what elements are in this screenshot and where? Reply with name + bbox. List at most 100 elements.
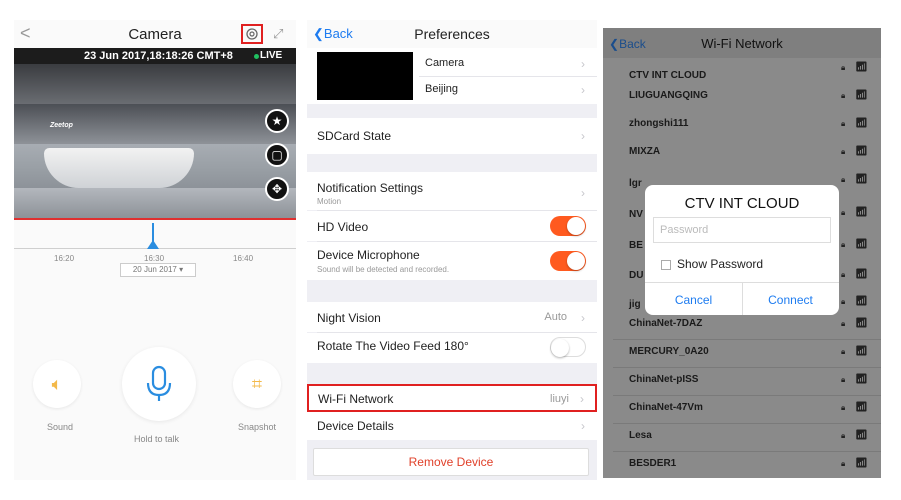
- camera-screen: < Camera ⤢ Zeetop 23 Jun 2017,18:18:26 C…: [14, 20, 296, 480]
- sdcard-row[interactable]: SDCard State ›: [307, 118, 597, 154]
- crop-icon: ⌗: [251, 374, 263, 394]
- wifi-signal-icon: 📶︎: [855, 346, 868, 357]
- wifi-nav-bar: ❮Back Wi-Fi Network: [603, 28, 881, 58]
- sdcard-label: SDCard State: [317, 129, 392, 143]
- camera-nav-bar: < Camera ⤢: [14, 20, 296, 48]
- network-name: ChinaNet-7DAZ: [629, 318, 703, 329]
- divider: [613, 423, 881, 424]
- lock-icon: 🔒︎: [841, 208, 846, 217]
- divider: [613, 367, 881, 368]
- device-thumbnail: [317, 52, 413, 100]
- record-icon: ▢: [271, 148, 283, 162]
- network-row[interactable]: ChinaNet-47Vm 🔒︎ 📶︎: [603, 398, 881, 426]
- wifi-signal-icon: 📶︎: [855, 374, 868, 385]
- dialog-title: CTV INT CLOUD: [684, 195, 800, 212]
- show-password-label[interactable]: Show Password: [677, 257, 763, 271]
- network-row[interactable]: ChinaNet-pISS 🔒︎ 📶︎: [603, 370, 881, 398]
- lock-icon: 🔒︎: [841, 240, 846, 249]
- wifi-signal-icon: 📶︎: [855, 296, 868, 307]
- lock-icon: 🔒︎: [841, 119, 846, 128]
- network-row[interactable]: LIUGUANGQING 🔒︎ 📶︎: [603, 86, 881, 114]
- chevron-right-icon: ›: [581, 129, 585, 143]
- network-row[interactable]: Lesa 🔒︎ 📶︎: [603, 426, 881, 454]
- network-name: LIUGUANGQING: [629, 90, 708, 101]
- live-badge: LIVE: [260, 50, 283, 61]
- favorite-button[interactable]: ★: [265, 109, 289, 133]
- network-row[interactable]: BESDER1 🔒︎ 📶︎: [603, 454, 881, 478]
- night-vision-value: Auto: [544, 311, 567, 323]
- sound-label: Sound: [47, 422, 74, 432]
- timeline-tick: 16:30: [144, 254, 165, 263]
- lock-icon: 🔒︎: [841, 63, 846, 72]
- live-dot-icon: [254, 54, 259, 59]
- chevron-down-icon: ▾: [179, 265, 184, 274]
- lock-icon: 🔒︎: [841, 347, 846, 356]
- network-row[interactable]: CTV INT CLOUD 🔒︎ 📶︎: [603, 58, 881, 86]
- wifi-screen: ❮Back Wi-Fi Network CTV INT CLOUD 🔒︎ 📶︎ …: [603, 28, 881, 478]
- video-feed[interactable]: Zeetop 23 Jun 2017,18:18:26 CMT+8 LIVE ★…: [14, 48, 296, 218]
- network-name: NV: [629, 209, 643, 220]
- wifi-signal-icon: 📶︎: [855, 174, 868, 185]
- chevron-right-icon: ›: [581, 311, 585, 325]
- sound-button[interactable]: 🔈︎: [33, 360, 81, 408]
- wifi-signal-icon: 📶︎: [855, 146, 868, 157]
- wifi-signal-icon: 📶︎: [855, 239, 868, 250]
- remove-device-button[interactable]: Remove Device: [313, 448, 589, 476]
- toggle-knob: [567, 217, 585, 235]
- rotate-toggle[interactable]: [550, 337, 586, 357]
- connect-button[interactable]: Connect: [742, 293, 839, 307]
- record-button[interactable]: ▢: [265, 143, 289, 167]
- toggle-knob: [551, 339, 569, 357]
- date-value: 20 Jun 2017: [132, 265, 177, 274]
- device-info-row[interactable]: Camera › Beijing ›: [307, 48, 597, 104]
- video-reception-desk: [44, 148, 194, 188]
- lock-icon: 🔒︎: [841, 403, 846, 412]
- lock-icon: 🔒︎: [841, 91, 846, 100]
- lock-icon: 🔒︎: [841, 270, 846, 279]
- timeline-cursor-marker-icon[interactable]: [147, 240, 159, 249]
- hd-video-label: HD Video: [317, 220, 369, 234]
- network-name: MIXZA: [629, 146, 661, 157]
- direction-pad-icon: ✥: [271, 182, 283, 196]
- device-details-row[interactable]: Device Details ›: [307, 412, 597, 440]
- network-name: BESDER1: [629, 458, 677, 469]
- microphone-toggle[interactable]: [550, 251, 586, 271]
- network-name: MERCURY_0A20: [629, 346, 709, 357]
- video-ceiling: [14, 64, 296, 104]
- wifi-network-row[interactable]: Wi-Fi Network liuyi ›: [307, 384, 597, 412]
- device-location: Beijing: [425, 83, 459, 95]
- notification-row[interactable]: Notification Settings Motion ›: [307, 172, 597, 210]
- timeline[interactable]: 16:20 16:30 16:40 20 Jun 2017 ▾: [14, 220, 296, 280]
- notification-label: Notification Settings: [317, 181, 424, 195]
- network-row[interactable]: MIXZA 🔒︎ 📶︎: [603, 142, 881, 170]
- network-name: jig: [629, 299, 641, 310]
- network-row[interactable]: zhongshi111 🔒︎ 📶︎: [603, 114, 881, 142]
- password-input[interactable]: Password: [653, 217, 831, 243]
- cancel-button[interactable]: Cancel: [645, 293, 742, 307]
- lock-icon: 🔒︎: [841, 297, 846, 306]
- divider: [613, 339, 881, 340]
- speaker-icon: 🔈︎: [51, 374, 63, 394]
- hd-video-row: HD Video: [307, 211, 597, 241]
- show-password-checkbox[interactable]: [661, 260, 671, 270]
- snapshot-button[interactable]: ⌗: [233, 360, 281, 408]
- wifi-signal-icon: 📶︎: [855, 62, 868, 73]
- divider: [419, 76, 597, 77]
- microphone-icon: [146, 365, 172, 401]
- wifi-signal-icon: 📶︎: [855, 430, 868, 441]
- hd-video-toggle[interactable]: [550, 216, 586, 236]
- snapshot-label: Snapshot: [238, 422, 277, 432]
- night-vision-row[interactable]: Night Vision Auto ›: [307, 302, 597, 332]
- chevron-right-icon: ›: [581, 419, 585, 433]
- network-row[interactable]: ChinaNet-7DAZ 🔒︎ 📶︎: [603, 314, 881, 342]
- network-row[interactable]: MERCURY_0A20 🔒︎ 📶︎: [603, 342, 881, 370]
- chevron-right-icon: ›: [580, 392, 584, 406]
- talk-button[interactable]: [122, 347, 196, 421]
- settings-button[interactable]: [241, 24, 263, 44]
- wifi-signal-icon: 📶︎: [855, 458, 868, 469]
- date-selector[interactable]: 20 Jun 2017 ▾: [120, 263, 196, 277]
- lock-icon: 🔒︎: [841, 375, 846, 384]
- pan-control-button[interactable]: ✥: [265, 177, 289, 201]
- fullscreen-icon[interactable]: ⤢: [273, 26, 283, 42]
- rotate-row: Rotate The Video Feed 180°: [307, 333, 597, 363]
